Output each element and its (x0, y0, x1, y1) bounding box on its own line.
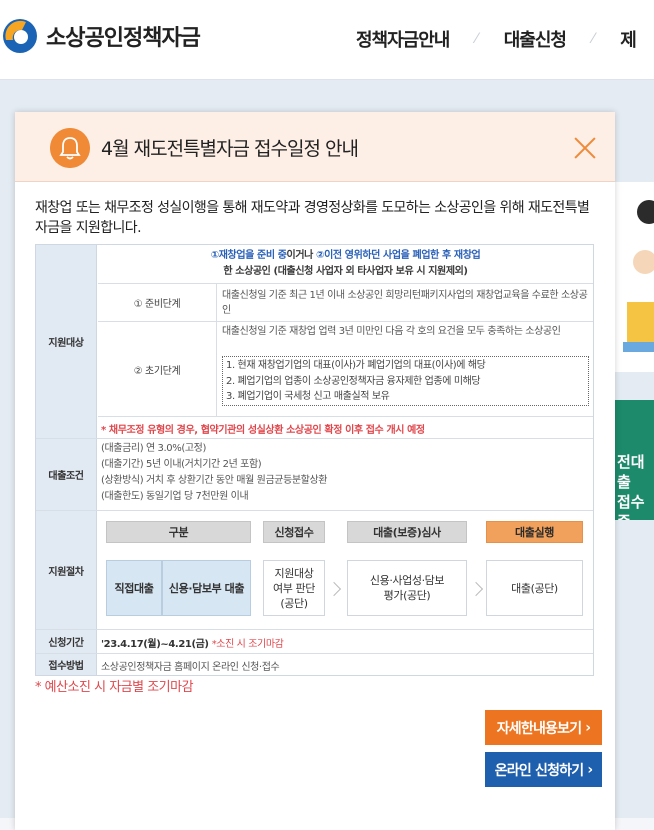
close-icon[interactable] (573, 136, 597, 160)
nav-separator: ⁄ (591, 31, 595, 47)
support-target-note: * 채무조정 유형의 경우, 협약기관의 성실상환 소상공인 확정 이후 접수 … (98, 416, 593, 438)
row-label-method: 접수방법 (36, 654, 97, 675)
row-divider (36, 438, 593, 439)
loan-terms-list: (대출금리) 연 3.0%(고정) (대출기간) 5년 이내(거치기간 2년 포… (101, 441, 327, 505)
chevron-right-icon: › (587, 761, 593, 778)
arrow-right-icon (326, 581, 342, 597)
target-part-3: ②이전 영위하던 사업을 폐업한 후 재창업 (316, 250, 481, 261)
stage-requirements-box: 1. 현재 재창업기업의 대표(이사)가 폐업기업의 대표(이사)에 해당 2.… (222, 356, 589, 406)
support-target-summary: ①재창업을 준비 중이거나 ②이전 영위하던 사업을 폐업한 후 재창업 한 소… (98, 245, 593, 283)
chevron-right-icon: › (585, 719, 591, 736)
target-part-2: 이거나 (286, 250, 317, 261)
procedure-step-evaluation: 신용·사업성·담보 평가(공단) (347, 560, 467, 616)
person-illustration-icon (623, 200, 654, 352)
stage-name: ② 초기단계 (98, 322, 217, 416)
row-divider (36, 653, 593, 654)
row-divider (36, 629, 593, 630)
background-green-banner[interactable]: 전대출 접수중 (615, 400, 654, 520)
logo-text: 소상공인정책자금 (46, 26, 201, 51)
stage-row-preparation: ① 준비단계 대출신청일 기준 최근 1년 이내 소상공인 희망리턴패키지사업의… (98, 283, 593, 321)
procedure-step-eligibility: 지원대상 여부 판단 (공단) (263, 560, 325, 616)
requirement-item: 1. 현재 재창업기업의 대표(이사)가 폐업기업의 대표(이사)에 해당 (226, 360, 486, 371)
modal-title: 4월 재도전특별자금 접수일정 안내 (101, 138, 359, 160)
loan-term-period: (대출기간) 5년 이내(거치기간 2년 포함) (101, 459, 262, 470)
online-apply-button[interactable]: 온라인 신청하기 › (485, 752, 602, 787)
procedure-step-loan: 대출(공단) (486, 560, 583, 616)
modal-intro-text: 재창업 또는 채무조정 성실이행을 통해 재도약과 경영정상화를 도모하는 소상… (35, 200, 590, 236)
bell-icon (50, 128, 90, 168)
loan-term-limit: (대출한도) 동일기업 당 7천만원 이내 (101, 491, 249, 502)
stage-name: ① 준비단계 (98, 284, 217, 321)
stage-description: 대출신청일 기준 재창업 업력 3년 미만인 다음 각 호의 요건을 모두 충족… (222, 326, 561, 337)
arrow-right-icon (468, 581, 484, 597)
logo-icon (3, 19, 37, 53)
application-period: '23.4.17(월)~4.21(금) *소진 시 조기마감 (101, 635, 284, 650)
background-illustration-card (615, 182, 654, 372)
target-line-2: 한 소상공인 (대출신청 사업자 외 타사업자 보유 시 지원제외) (223, 266, 468, 277)
nav-separator: ⁄ (475, 31, 478, 47)
nav-item-more[interactable]: 제 (620, 26, 637, 52)
procedure-type-credit: 신용·담보부 대출 (162, 560, 251, 616)
row-label-procedure: 지원절차 (36, 511, 97, 629)
support-info-table: 지원대상 ①재창업을 준비 중이거나 ②이전 영위하던 사업을 폐업한 후 재창… (35, 244, 594, 676)
stage-row-initial: ② 초기단계 대출신청일 기준 재창업 업력 3년 미만인 다음 각 호의 요건… (98, 321, 593, 416)
application-period-note: *소진 시 조기마감 (211, 639, 284, 650)
site-header: 소상공인정책자금 정책자금안내 ⁄ 대출신청 ⁄ 제 (0, 0, 654, 80)
procedure-header-review: 대출(보증)심사 (347, 521, 467, 543)
procedure-type-direct: 직접대출 (106, 560, 162, 616)
requirement-item: 2. 폐업기업의 업종이 소상공인정책자금 융자제한 업종에 미해당 (226, 375, 481, 387)
nav-item-policy-fund[interactable]: 정책자금안내 (356, 26, 450, 52)
requirement-item: 3. 폐업기업이 국세청 신고 매출실적 보유 (226, 391, 390, 402)
application-method: 소상공인정책자금 홈페이지 온라인 신청·접수 (101, 662, 280, 673)
view-details-label: 자세한내용보기 (496, 720, 582, 737)
loan-term-repayment: (상환방식) 거치 후 상환기간 동안 매월 원금균등분할상환 (101, 475, 328, 486)
site-logo[interactable]: 소상공인정책자금 (0, 16, 201, 56)
row-label-loan-terms: 대출조건 (36, 439, 97, 510)
main-nav: 정책자금안내 ⁄ 대출신청 ⁄ 제 (356, 26, 637, 52)
modal-header: 4월 재도전특별자금 접수일정 안내 (15, 112, 615, 182)
target-part-1: ①재창업을 준비 중 (210, 250, 287, 261)
row-label-period: 신청기간 (36, 630, 97, 653)
procedure-header-type: 구분 (106, 521, 251, 543)
nav-item-loan-application[interactable]: 대출신청 (504, 26, 567, 52)
loan-term-rate: (대출금리) 연 3.0%(고정) (101, 443, 206, 454)
notice-modal: 4월 재도전특별자금 접수일정 안내 재창업 또는 채무조정 성실이행을 통해 … (15, 112, 615, 830)
online-apply-label: 온라인 신청하기 (494, 762, 584, 779)
stage-description: 대출신청일 기준 최근 1년 이내 소상공인 희망리턴패키지사업의 재창업교육을… (222, 290, 588, 316)
procedure-header-execution: 대출실행 (486, 521, 583, 543)
application-period-value: '23.4.17(월)~4.21(금) (101, 639, 209, 650)
row-divider (36, 510, 593, 511)
view-details-button[interactable]: 자세한내용보기 › (485, 710, 602, 745)
procedure-header-application: 신청접수 (263, 521, 325, 543)
row-label-support-target: 지원대상 (36, 245, 97, 438)
budget-note: * 예산소진 시 자금별 조기마감 (35, 680, 194, 695)
